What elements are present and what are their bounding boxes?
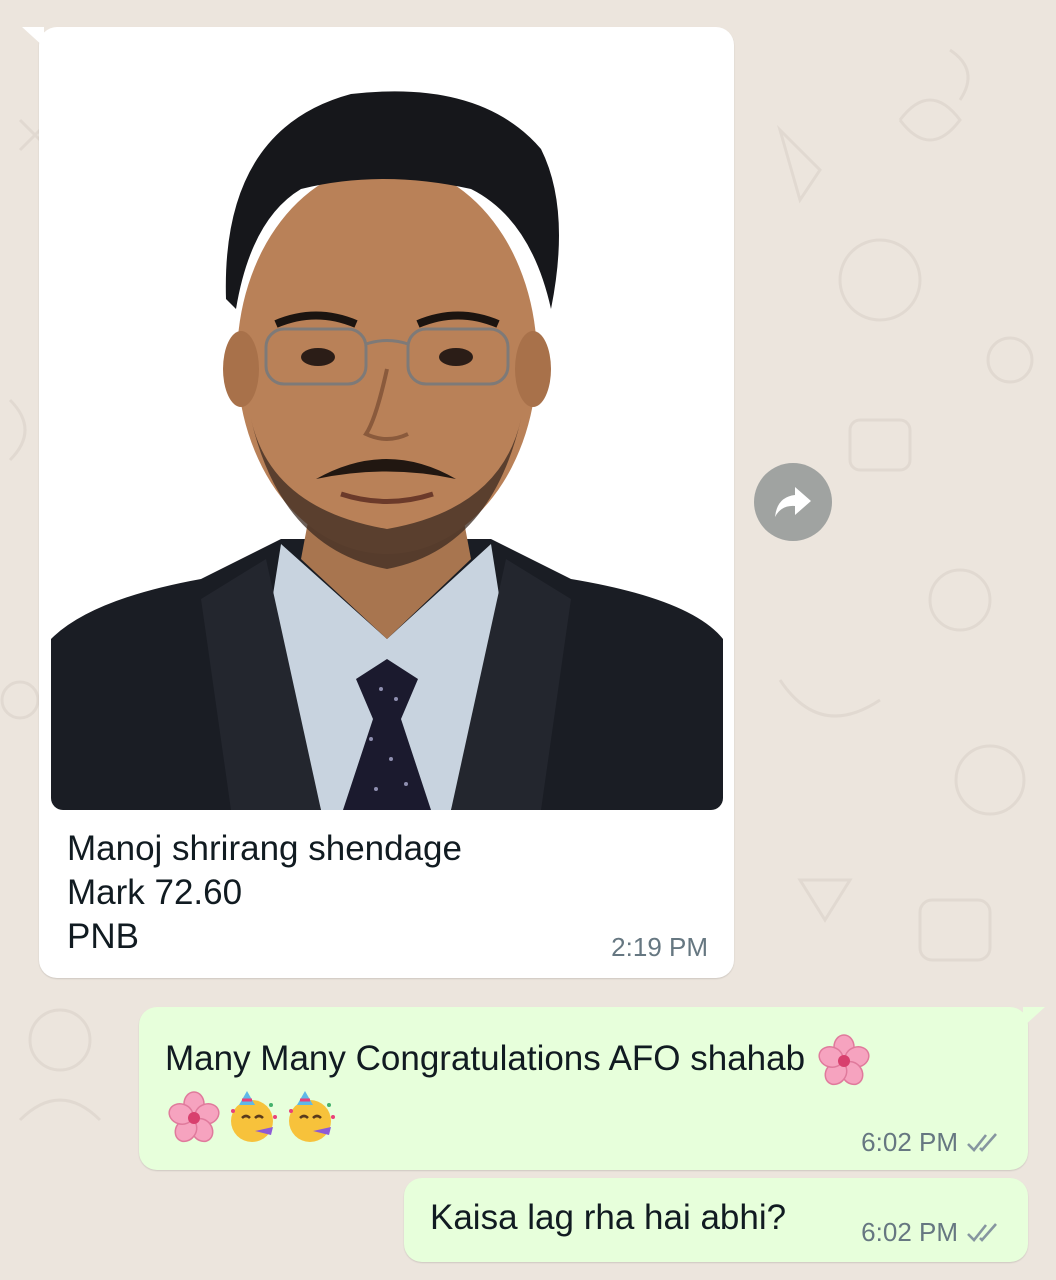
forward-arrow-icon — [775, 487, 811, 517]
forward-button[interactable] — [754, 463, 832, 541]
cherry-blossom-icon — [167, 1090, 221, 1145]
double-check-icon — [967, 1222, 997, 1242]
bubble-tail — [1023, 1007, 1045, 1027]
incoming-image-message[interactable]: Manoj shrirang shendage Mark 72.60 PNB 2… — [22, 27, 734, 978]
message-time: 2:19 PM — [611, 932, 708, 962]
double-check-icon — [967, 1132, 997, 1152]
caption-mark: Mark 72.60 — [67, 873, 243, 912]
caption-name: Manoj shrirang shendage — [67, 829, 462, 868]
partying-face-icon — [225, 1090, 279, 1145]
image-caption: Manoj shrirang shendage Mark 72.60 PNB — [67, 827, 627, 959]
message-text-body: Many Many Congratulations AFO shahab — [165, 1039, 806, 1078]
caption-bank: PNB — [67, 917, 139, 956]
partying-face-icon — [283, 1090, 337, 1145]
message-text: Kaisa lag rha hai abhi? — [430, 1198, 787, 1237]
message-meta: 6:02 PM — [861, 1127, 1004, 1158]
message-text: Many Many Congratulations AFO shahab — [165, 1031, 873, 1145]
bubble-tail — [22, 27, 44, 47]
outgoing-message[interactable]: Kaisa lag rha hai abhi? 6:02 PM — [404, 1178, 1028, 1262]
outgoing-message[interactable]: Many Many Congratulations AFO shahab 6:0… — [139, 1007, 1045, 1170]
cherry-blossom-icon — [817, 1034, 871, 1088]
message-meta: 6:02 PM — [861, 1217, 1004, 1248]
message-time: 6:02 PM — [861, 1127, 958, 1157]
message-time: 6:02 PM — [861, 1217, 958, 1247]
person-portrait-photo[interactable] — [51, 39, 723, 810]
